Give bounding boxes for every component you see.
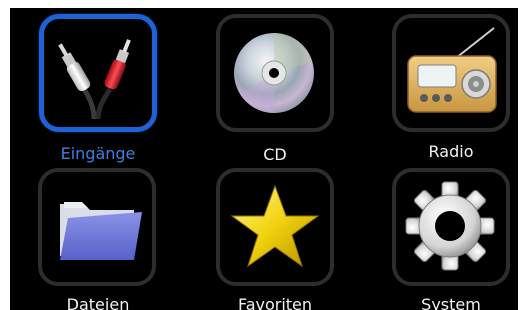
menu-tile-radio[interactable]	[392, 14, 510, 132]
radio-icon	[407, 27, 497, 113]
main-menu-screen: Eingänge CD Radio Dateien Favoriten Syst…	[10, 8, 518, 310]
menu-tile-favorites[interactable]	[216, 168, 334, 286]
menu-tile-inputs[interactable]	[39, 14, 157, 132]
menu-label-files: Dateien	[66, 295, 130, 310]
cd-disc-icon	[234, 33, 314, 113]
star-icon	[230, 184, 320, 268]
menu-label-radio: Radio	[428, 142, 474, 161]
folder-icon	[60, 202, 142, 260]
audio-cables-icon	[58, 39, 131, 120]
menu-label-cd: CD	[263, 145, 287, 164]
menu-tile-cd[interactable]	[216, 14, 334, 132]
menu-label-inputs: Eingänge	[60, 144, 136, 163]
gear-icon	[405, 181, 495, 271]
menu-label-favorites: Favoriten	[237, 295, 313, 310]
menu-tile-files[interactable]	[38, 168, 156, 286]
menu-label-system: System	[421, 295, 481, 310]
menu-tile-system[interactable]	[392, 168, 510, 286]
